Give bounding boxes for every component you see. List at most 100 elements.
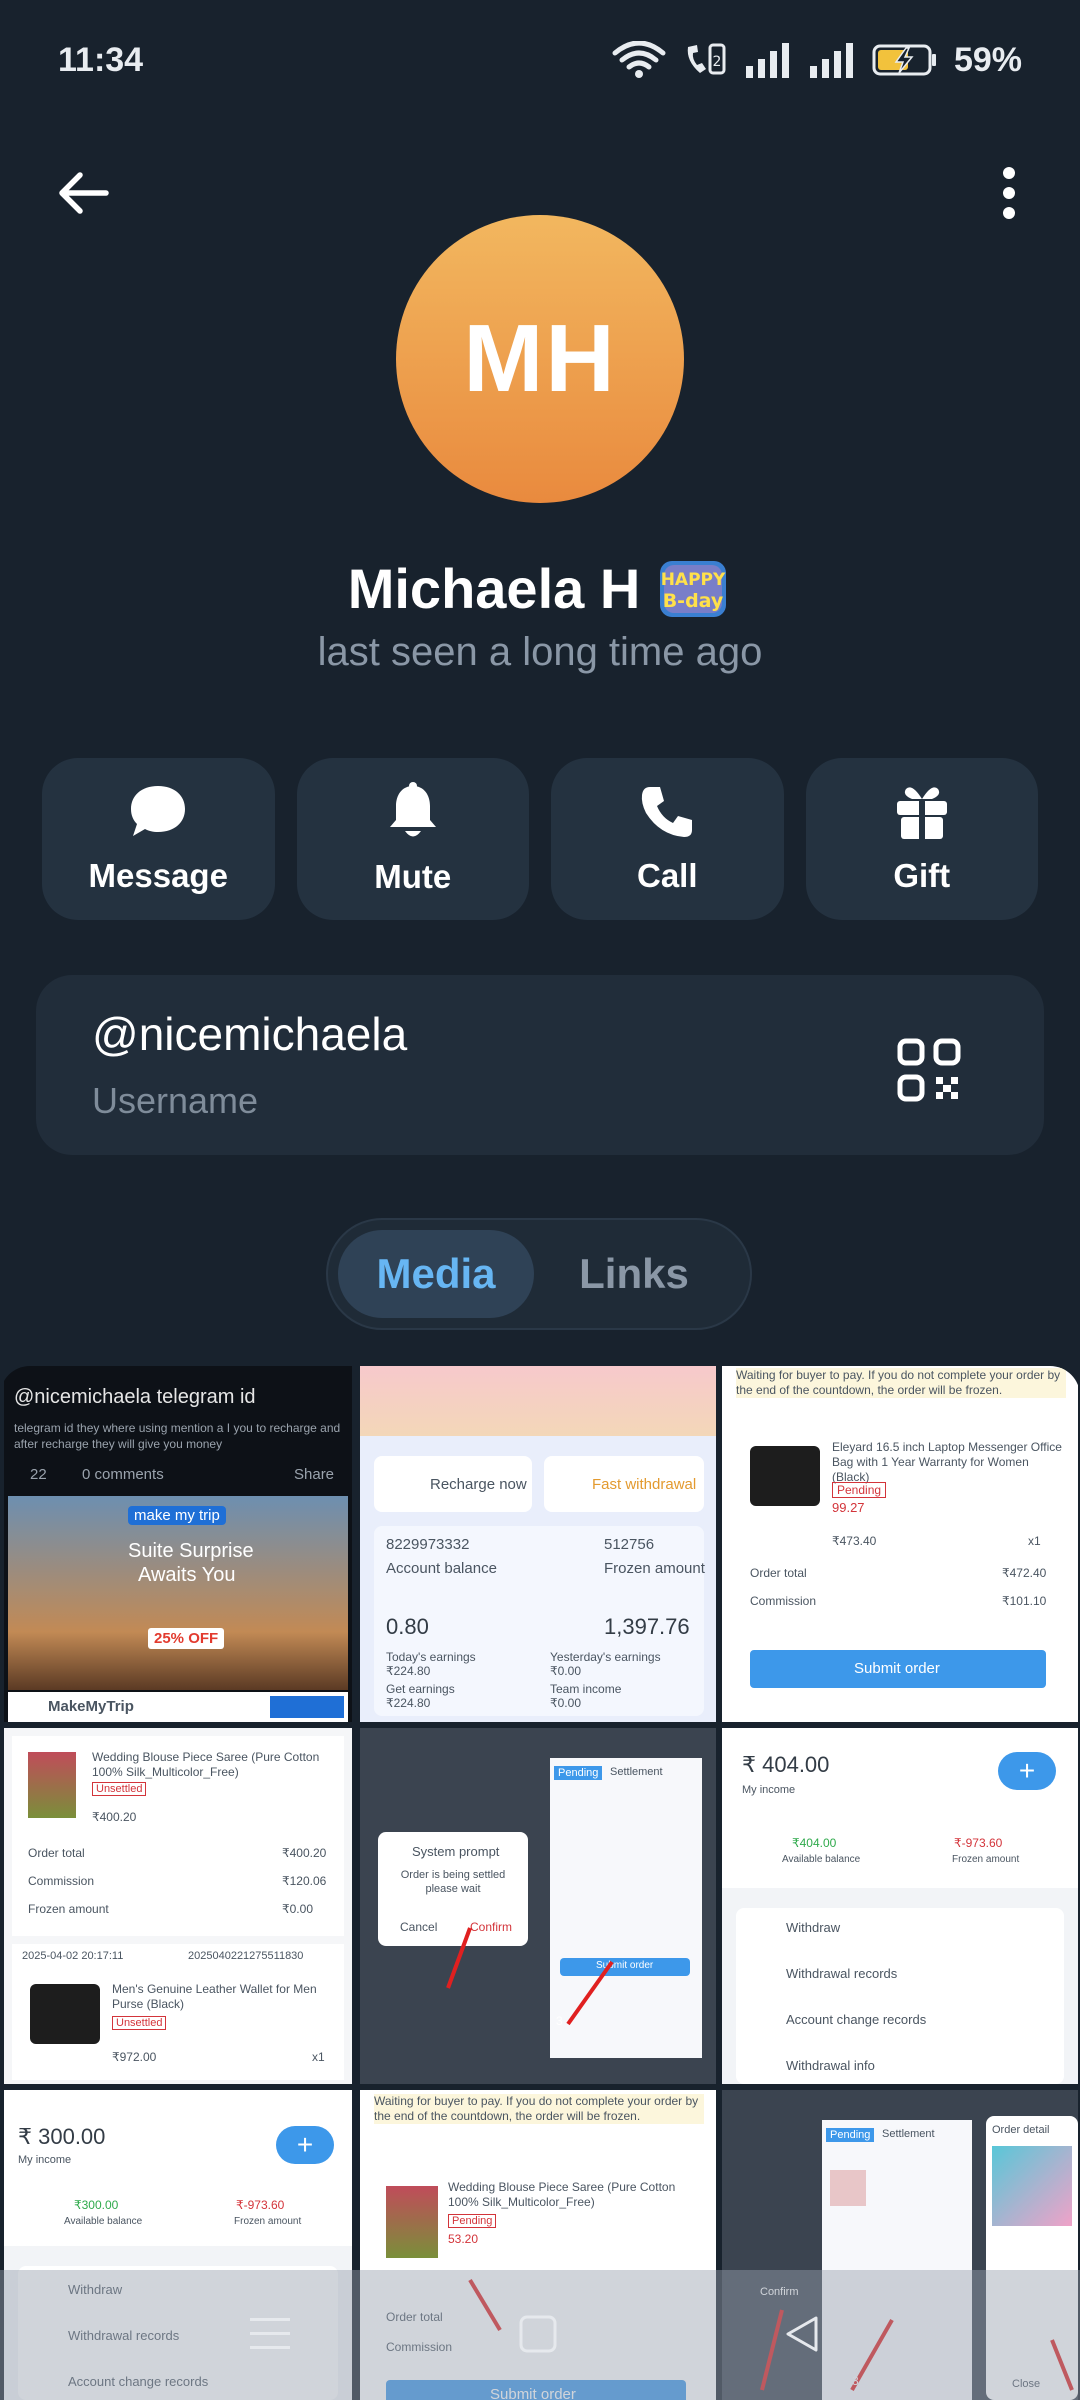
home-square-icon: [519, 2315, 557, 2353]
thumb-text: Available balance: [782, 1854, 861, 1865]
battery-percent: 59%: [953, 40, 1022, 79]
thumb-product-image: [30, 1984, 100, 2044]
media-thumb[interactable]: ₹ 404.00 My income + ₹404.00 Available b…: [722, 1728, 1078, 2084]
avatar[interactable]: MH: [396, 215, 684, 503]
thumb-text: Submit order: [854, 1660, 940, 1677]
thumb-button: [270, 1696, 344, 1718]
profile-name-row: Michaela H HAPPY B-day: [0, 555, 1080, 621]
action-buttons: Message Mute Call Gift: [42, 758, 1038, 920]
thumb-text: Yesterday's earnings: [550, 1650, 661, 1664]
username-card[interactable]: @nicemichaela Username: [36, 975, 1044, 1155]
thumb-text: ₹400.20: [92, 1810, 137, 1824]
thumb-card: Recharge now: [374, 1456, 532, 1512]
thumb-text: Team income: [550, 1682, 622, 1696]
thumb-text: Today's earnings: [386, 1650, 476, 1664]
thumb-text: ₹-973.60: [954, 1836, 1003, 1850]
thumb-text: ₹400.20: [282, 1846, 327, 1860]
thumb-text: Unsettled: [92, 1782, 147, 1796]
thumb-banner: [360, 1366, 716, 1436]
thumb-card: Fast withdrawal: [544, 1456, 704, 1512]
thumb-text: telegram id they where using mention a I…: [14, 1421, 341, 1451]
media-thumb[interactable]: @nicemichaela telegram id telegram id th…: [4, 1366, 352, 1722]
username-label: Username: [92, 1080, 259, 1121]
thumb-text: My income: [742, 1784, 796, 1796]
thumb-text: Men's Genuine Leather Wallet for Men Pur…: [112, 1982, 317, 2011]
mute-button[interactable]: Mute: [296, 758, 529, 920]
media-grid: @nicemichaela telegram id telegram id th…: [0, 1366, 1080, 2400]
arrow-left-icon: [59, 172, 109, 214]
thumb-text: ₹224.80: [386, 1664, 431, 1678]
profile-name: Michaela H: [347, 556, 641, 620]
thumb-text: Withdraw: [786, 1920, 841, 1935]
thumb-text: 99.27: [832, 1500, 865, 1515]
call-button[interactable]: Call: [551, 758, 784, 920]
thumb-text: ₹101.10: [1002, 1594, 1047, 1608]
gift-label: Gift: [893, 857, 951, 894]
back-button[interactable]: [50, 160, 116, 226]
message-button[interactable]: Message: [42, 758, 275, 920]
thumb-text: ₹972.00: [112, 2050, 157, 2064]
system-back-button[interactable]: [782, 2314, 822, 2359]
thumb-text: Withdrawal records: [786, 1966, 898, 1981]
thumb-text: Withdrawal info: [786, 2058, 875, 2073]
thumb-submit-button: Submit order: [750, 1650, 1046, 1688]
thumb-text: Account change records: [786, 2012, 927, 2027]
gift-button[interactable]: Gift: [805, 758, 1038, 920]
thumb-text: Recharge now: [430, 1476, 527, 1493]
recent-apps-button[interactable]: [250, 2316, 290, 2357]
thumb-text: ₹472.40: [1002, 1566, 1047, 1580]
signal-icon-1: [744, 42, 792, 78]
thumb-text: Commission: [750, 1594, 817, 1608]
last-seen-status: last seen a long time ago: [317, 630, 763, 674]
thumb-menu: Withdraw Withdrawal records Account chan…: [736, 1908, 1064, 2084]
media-thumb[interactable]: Recharge now Fast withdrawal 8229973332 …: [360, 1366, 716, 1722]
thumb-text: 22: [30, 1466, 47, 1483]
thumb-text: x1: [312, 2050, 325, 2064]
media-thumb[interactable]: Wedding Blouse Piece Saree (Pure Cotton …: [4, 1728, 352, 2084]
thumb-text: Get earnings: [386, 1682, 455, 1696]
volte-call-icon: 2: [682, 41, 728, 79]
badge-text-bday: B-day: [663, 590, 724, 612]
status-time: 11:34: [58, 40, 144, 79]
more-vertical-icon: [1003, 167, 1015, 219]
thumb-text: ₹300.00: [74, 2198, 119, 2212]
thumb-text: ₹ 300.00: [18, 2124, 106, 2149]
thumb-text: Wedding Blouse Piece Saree (Pure Cotton …: [92, 1750, 320, 1779]
thumb-footer: MakeMyTrip: [8, 1692, 348, 1722]
thumb-text: 25% OFF: [148, 1628, 225, 1649]
thumb-text: ₹0.00: [550, 1664, 581, 1678]
message-bubble-icon: [131, 786, 186, 836]
thumb-text: Share: [294, 1466, 335, 1483]
more-options-button[interactable]: [976, 160, 1042, 226]
thumb-text: Commission: [28, 1874, 95, 1888]
username-value[interactable]: @nicemichaela: [92, 1007, 407, 1061]
mute-label: Mute: [374, 858, 452, 895]
thumb-card: Wedding Blouse Piece Saree (Pure Cotton …: [12, 1736, 344, 1936]
media-tabs: Media Links: [326, 1218, 752, 1330]
thumb-text: 2025040221275511830: [188, 1950, 304, 1962]
wifi-icon: [612, 41, 666, 79]
thumb-text: 0.80: [386, 1614, 429, 1639]
thumb-text: My income: [18, 2154, 72, 2166]
media-thumb[interactable]: System prompt Order is being settled ple…: [360, 1728, 716, 2084]
thumb-text: 0 comments: [82, 1466, 164, 1483]
tab-media[interactable]: Media: [338, 1230, 534, 1318]
thumb-text: ₹120.06: [282, 1874, 327, 1888]
thumb-text: ₹ 404.00: [742, 1752, 830, 1777]
red-arrow-annotation: [446, 1927, 614, 2026]
media-thumb[interactable]: Waiting for buyer to pay. If you do not …: [722, 1366, 1078, 1722]
qr-code-button[interactable]: [896, 1037, 962, 1103]
birthday-badge-icon: HAPPY B-day: [654, 555, 732, 621]
thumb-card: 8229973332 512756 Account balance Frozen…: [374, 1526, 705, 1716]
plus-icon: +: [998, 1752, 1056, 1790]
thumb-text: ₹0.00: [282, 1902, 313, 1916]
thumb-text: Available balance: [64, 2216, 143, 2227]
thumb-text: Suite Surprise: [128, 1540, 254, 1562]
thumb-text: ₹404.00: [792, 1836, 837, 1850]
home-button[interactable]: [518, 2314, 558, 2359]
thumb-card: ₹ 404.00 My income + ₹404.00 Available b…: [722, 1728, 1078, 1888]
tab-links[interactable]: Links: [534, 1230, 734, 1318]
battery-charging-icon: [872, 43, 938, 77]
status-icons: 2 59%: [612, 41, 1022, 80]
thumb-card: ₹ 300.00 My income + ₹300.00 Available b…: [4, 2090, 352, 2246]
